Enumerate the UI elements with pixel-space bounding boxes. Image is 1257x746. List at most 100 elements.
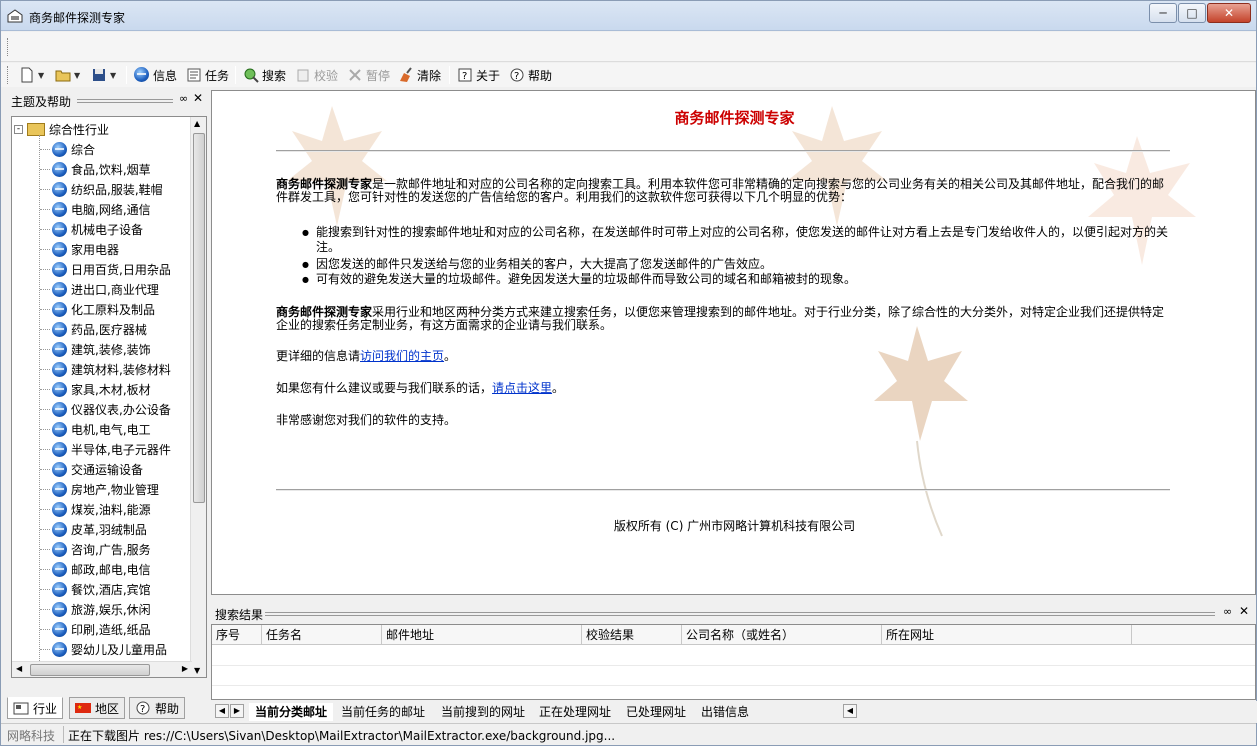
new-button[interactable]: ▼ — [17, 64, 46, 86]
tree-item[interactable]: 煤炭,油料,能源 — [52, 499, 151, 519]
collapse-icon[interactable]: - — [14, 124, 23, 134]
intro-text: 是一款邮件地址和对应的公司名称的定向搜索工具。利用本软件您可非常精确的定向搜索与… — [276, 177, 1165, 204]
globe-icon — [52, 201, 67, 217]
open-button[interactable]: ▼ — [53, 64, 82, 86]
tree-item[interactable]: 日用百货,日用杂品 — [52, 259, 171, 279]
tree-item[interactable]: 化工原料及制品 — [52, 299, 155, 319]
tab-help-label: 帮助 — [155, 701, 180, 716]
tree-item[interactable]: 印刷,造纸,纸品 — [52, 619, 151, 639]
tree-item[interactable]: 餐饮,酒店,宾馆 — [52, 579, 151, 599]
panel-drag-bar[interactable] — [265, 612, 1215, 616]
tab-found-urls[interactable]: 当前搜到的网址 — [435, 703, 531, 721]
tree-item[interactable]: 进出口,商业代理 — [52, 279, 159, 299]
search-results-panel: 搜索结果 ∞ ✕ 序号 任务名 邮件地址 校验结果 公司名称（或姓名） 所在网址 — [211, 604, 1257, 700]
product-name: 商务邮件探测专家 — [276, 177, 373, 191]
info-button[interactable]: 信息 — [132, 64, 179, 86]
column-header-index[interactable]: 序号 — [212, 625, 262, 645]
about-button[interactable]: ? 关于 — [455, 64, 502, 86]
tab-processing-urls[interactable]: 正在处理网址 — [533, 703, 617, 721]
chevron-down-icon[interactable]: ▼ — [38, 71, 44, 80]
tab-region[interactable]: ★ 地区 — [69, 697, 126, 719]
close-button[interactable]: ✕ — [1207, 3, 1251, 23]
tree-item[interactable]: 建筑材料,装修材料 — [52, 359, 171, 379]
tree-item[interactable]: 旅游,娱乐,休闲 — [52, 599, 151, 619]
panel-drag-bar[interactable] — [77, 99, 173, 103]
tab-current-task-emails[interactable]: 当前任务的邮址 — [335, 703, 431, 721]
column-header-email[interactable]: 邮件地址 — [382, 625, 582, 645]
tree-root[interactable]: - 综合性行业 — [14, 119, 109, 139]
title-bar[interactable]: 商务邮件探测专家 ─ □ ✕ — [1, 1, 1256, 31]
scroll-right-icon[interactable]: ▶ — [182, 664, 188, 673]
scroll-left-icon[interactable]: ◀ — [16, 664, 22, 673]
help-button[interactable]: ? 帮助 — [507, 64, 554, 86]
tree-item[interactable]: 机械电子设备 — [52, 219, 143, 239]
tree-item-label: 日用百货,日用杂品 — [71, 262, 171, 277]
tree-item[interactable]: 建筑,装修,装饰 — [52, 339, 151, 359]
toolbar: ▼ ▼ ▼ 信息 任务 搜索 校验 暂停 清除 ? 关于 ? 帮助 — [1, 63, 1256, 87]
tab-help[interactable]: ? 帮助 — [129, 697, 186, 719]
tab-errors[interactable]: 出错信息 — [695, 703, 755, 721]
toolbar-grip[interactable] — [7, 66, 10, 84]
homepage-prefix: 更详细的信息请 — [276, 349, 361, 363]
column-header-task[interactable]: 任务名 — [262, 625, 382, 645]
tree-item[interactable]: 交通运输设备 — [52, 459, 143, 479]
tree-horizontal-scrollbar[interactable]: ◀ ▶ — [12, 661, 192, 677]
tab-scroll-left-icon[interactable]: ◀ — [215, 704, 229, 718]
chevron-down-icon[interactable]: ▼ — [74, 71, 80, 80]
tree-item[interactable]: 半导体,电子元器件 — [52, 439, 171, 459]
task-button[interactable]: 任务 — [184, 64, 231, 86]
verify-button[interactable]: 校验 — [293, 64, 340, 86]
tree-item-label: 皮革,羽绒制品 — [71, 522, 147, 537]
globe-icon — [52, 241, 67, 257]
divider — [276, 150, 1170, 152]
panel-close-icon[interactable]: ✕ — [193, 91, 203, 105]
tree-connector — [40, 389, 50, 390]
pin-icon[interactable]: ∞ — [1223, 605, 1232, 618]
save-button[interactable]: ▼ — [89, 64, 118, 86]
tree-item[interactable]: 房地产,物业管理 — [52, 479, 159, 499]
tree-item-label: 餐饮,酒店,宾馆 — [71, 582, 151, 597]
tab-industry[interactable]: 行业 — [7, 697, 64, 719]
globe-icon — [52, 641, 67, 657]
tree-item-label: 综合 — [71, 142, 96, 157]
minimize-button[interactable]: ─ — [1149, 3, 1177, 23]
column-header-company[interactable]: 公司名称（或姓名） — [682, 625, 882, 645]
tree-scroll-thumb[interactable] — [193, 133, 205, 503]
pin-icon[interactable]: ∞ — [179, 92, 188, 105]
tree-item[interactable]: 综合 — [52, 139, 95, 159]
tree-vertical-scrollbar[interactable]: ▲ ▼ — [190, 117, 206, 677]
tree-item[interactable]: 纺织品,服装,鞋帽 — [52, 179, 163, 199]
contact-link[interactable]: 请点击这里 — [492, 381, 552, 395]
tree-item[interactable]: 药品,医疗器械 — [52, 319, 147, 339]
tab-scroll-right-icon[interactable]: ▶ — [230, 704, 244, 718]
column-header-verify[interactable]: 校验结果 — [582, 625, 682, 645]
tree-item[interactable]: 家具,木材,板材 — [52, 379, 151, 399]
help-icon: ? — [509, 67, 525, 83]
panel-close-icon[interactable]: ✕ — [1239, 604, 1249, 618]
maximize-button[interactable]: □ — [1178, 3, 1206, 23]
tree-item[interactable]: 咨询,广告,服务 — [52, 539, 151, 559]
tab-processed-urls[interactable]: 已处理网址 — [620, 703, 692, 721]
column-header-url[interactable]: 所在网址 — [882, 625, 1132, 645]
clear-button[interactable]: 清除 — [396, 64, 443, 86]
tree-item[interactable]: 食品,饮料,烟草 — [52, 159, 151, 179]
tree-connector — [40, 409, 50, 410]
tree-item[interactable]: 电脑,网络,通信 — [52, 199, 151, 219]
tree-item[interactable]: 电机,电气,电工 — [52, 419, 151, 439]
scroll-down-icon[interactable]: ▼ — [194, 666, 200, 675]
tab-scroll-icon[interactable]: ◀ — [843, 704, 857, 718]
tree-item[interactable]: 皮革,羽绒制品 — [52, 519, 147, 539]
search-button[interactable]: 搜索 — [241, 64, 288, 86]
tree-item[interactable]: 家用电器 — [52, 239, 119, 259]
tree-item[interactable]: 邮政,邮电,电信 — [52, 559, 151, 579]
homepage-link[interactable]: 访问我们的主页 — [360, 349, 444, 363]
menubar-grip[interactable] — [7, 38, 10, 56]
tree-hscroll-thumb[interactable] — [30, 664, 150, 676]
tab-current-category-emails[interactable]: 当前分类邮址 — [249, 703, 334, 721]
tree-item[interactable]: 仪器仪表,办公设备 — [52, 399, 171, 419]
globe-icon — [52, 501, 67, 517]
tree-item[interactable]: 婴幼儿及儿童用品 — [52, 639, 167, 659]
scroll-up-icon[interactable]: ▲ — [194, 119, 200, 128]
pause-button[interactable]: 暂停 — [345, 64, 392, 86]
chevron-down-icon[interactable]: ▼ — [110, 71, 116, 80]
